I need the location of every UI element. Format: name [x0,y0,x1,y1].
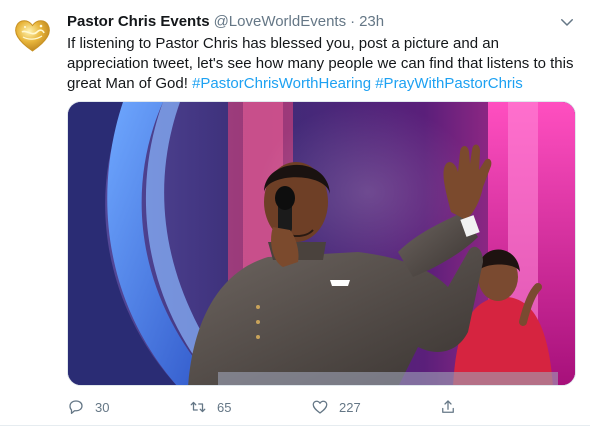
hashtag-pastor-chris-worth-hearing[interactable]: #PastorChrisWorthHearing [192,75,371,92]
share-icon [442,400,454,413]
hashtag-pray-with-pastor-chris[interactable]: #PrayWithPastorChris [375,75,523,92]
share-button[interactable] [439,396,467,418]
heart-icon [312,400,328,414]
retweet-button[interactable]: 65 [189,396,231,418]
tweet-header: Pastor Chris Events @LoveWorldEvents · 2… [67,11,580,31]
reply-count: 30 [95,399,110,415]
reply-bubble-icon [69,400,83,415]
tweet-text: If listening to Pastor Chris has blessed… [67,34,582,94]
author-name[interactable]: Pastor Chris Events [67,13,210,30]
like-count: 227 [339,399,361,415]
tweet-timestamp[interactable]: 23h [359,13,384,30]
gold-heart-logo-icon [8,10,57,59]
reply-button[interactable]: 30 [67,396,109,418]
retweet-icon [190,401,206,413]
like-button[interactable]: 227 [311,396,361,418]
tweet-actions: 30 65 227 [67,396,487,418]
tweet-photo[interactable] [67,101,576,386]
retweet-count: 65 [217,399,232,415]
author-handle[interactable]: @LoveWorldEvents [214,13,347,30]
tweet-card[interactable]: Pastor Chris Events @LoveWorldEvents · 2… [0,0,590,426]
avatar[interactable] [8,10,57,59]
chevron-down-icon[interactable] [558,13,576,31]
photo-preacher-with-microphone [68,102,575,385]
header-separator: · [350,12,356,30]
